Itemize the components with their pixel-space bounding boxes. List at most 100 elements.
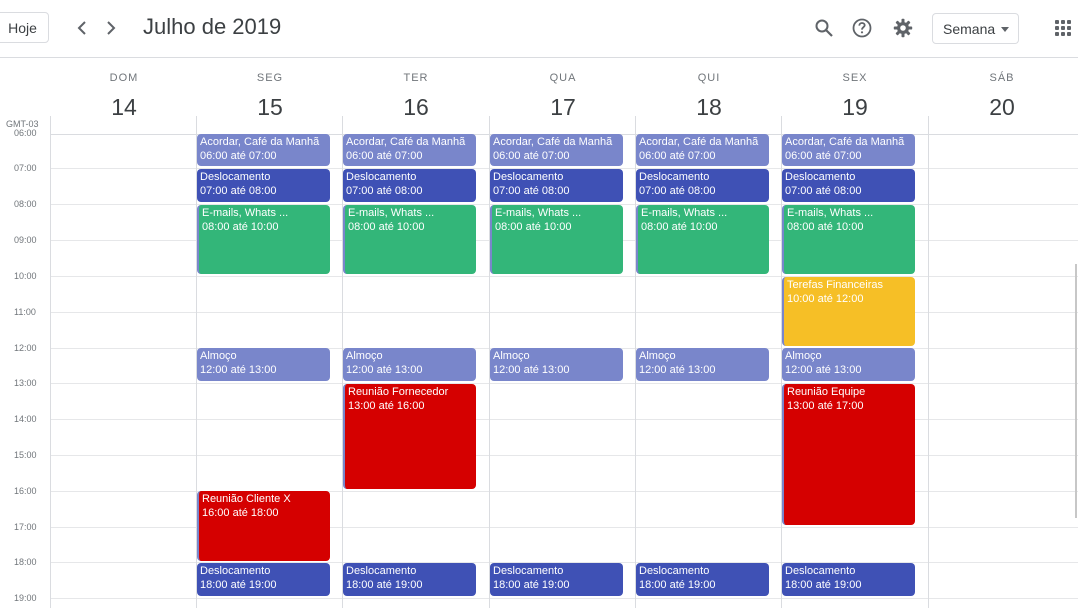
event-card[interactable]: Deslocamento 18:00 até 19:00 bbox=[490, 563, 623, 596]
day-header-seg[interactable]: SEG 15 bbox=[197, 58, 343, 134]
event-card[interactable]: Deslocamento 07:00 até 08:00 bbox=[782, 169, 915, 202]
hour-label: 17:00 bbox=[14, 522, 37, 532]
day-number[interactable]: 17 bbox=[490, 94, 636, 121]
event-time: 07:00 até 08:00 bbox=[346, 185, 423, 197]
help-icon[interactable] bbox=[850, 16, 874, 40]
hour-label: 18:00 bbox=[14, 557, 37, 567]
event-title: Deslocamento bbox=[639, 565, 710, 577]
event-card[interactable]: Almoço 12:00 até 13:00 bbox=[490, 348, 623, 381]
event-card[interactable]: Deslocamento 07:00 até 08:00 bbox=[490, 169, 623, 202]
event-time: 07:00 até 08:00 bbox=[639, 185, 716, 197]
event-card[interactable]: Deslocamento 18:00 até 19:00 bbox=[197, 563, 330, 596]
event-title: Reunião Equipe bbox=[787, 386, 866, 398]
event-title: E-mails, Whats ... bbox=[348, 207, 435, 219]
event-card[interactable]: Acordar, Café da Manhã 06:00 até 07:00 bbox=[197, 134, 330, 166]
event-time: 10:00 até 12:00 bbox=[787, 293, 864, 305]
event-card[interactable]: Acordar, Café da Manhã 06:00 até 07:00 bbox=[636, 134, 769, 166]
event-card[interactable]: E-mails, Whats ... 08:00 até 10:00 bbox=[197, 205, 330, 274]
day-header-sex[interactable]: SEX 19 bbox=[782, 58, 928, 134]
view-select-label: Semana bbox=[943, 20, 996, 37]
chevron-left-icon[interactable] bbox=[70, 16, 94, 40]
day-of-week: TER bbox=[403, 72, 429, 84]
event-time: 18:00 até 19:00 bbox=[785, 579, 862, 591]
top-bar: Hoje Julho de 2019 Semana bbox=[0, 0, 1078, 58]
event-card[interactable]: Reunião Cliente X 16:00 até 18:00 bbox=[197, 491, 330, 561]
event-card[interactable]: E-mails, Whats ... 08:00 até 10:00 bbox=[343, 205, 476, 274]
day-header-ter[interactable]: TER 16 bbox=[343, 58, 489, 134]
hour-label: 14:00 bbox=[14, 414, 37, 424]
event-card[interactable]: E-mails, Whats ... 08:00 até 10:00 bbox=[490, 205, 623, 274]
day-number[interactable]: 19 bbox=[782, 94, 928, 121]
event-card[interactable]: Acordar, Café da Manhã 06:00 até 07:00 bbox=[490, 134, 623, 166]
event-time: 16:00 até 18:00 bbox=[202, 507, 279, 519]
event-title: Almoço bbox=[639, 350, 676, 362]
event-card[interactable]: Deslocamento 18:00 até 19:00 bbox=[636, 563, 769, 596]
event-card[interactable]: Almoço 12:00 até 13:00 bbox=[197, 348, 330, 381]
event-title: Almoço bbox=[346, 350, 383, 362]
event-title: Reunião Fornecedor bbox=[348, 386, 449, 398]
day-header-qui[interactable]: QUI 18 bbox=[636, 58, 782, 134]
event-card[interactable]: Reunião Fornecedor 13:00 até 16:00 bbox=[343, 384, 476, 489]
event-time: 18:00 até 19:00 bbox=[200, 579, 277, 591]
hour-label: 10:00 bbox=[14, 271, 37, 281]
day-header-qua[interactable]: QUA 17 bbox=[490, 58, 636, 134]
day-number[interactable]: 15 bbox=[197, 94, 343, 121]
event-title: Almoço bbox=[200, 350, 237, 362]
event-card[interactable]: Deslocamento 18:00 até 19:00 bbox=[782, 563, 915, 596]
day-number[interactable]: 14 bbox=[51, 94, 197, 121]
event-card[interactable]: Almoço 12:00 até 13:00 bbox=[782, 348, 915, 381]
event-card[interactable]: Deslocamento 18:00 até 19:00 bbox=[343, 563, 476, 596]
event-title: Deslocamento bbox=[639, 171, 710, 183]
event-card[interactable]: E-mails, Whats ... 08:00 até 10:00 bbox=[782, 205, 915, 274]
day-header-sab[interactable]: SÁB 20 bbox=[929, 58, 1075, 134]
event-card[interactable]: Almoço 12:00 até 13:00 bbox=[343, 348, 476, 381]
event-time: 18:00 até 19:00 bbox=[639, 579, 716, 591]
column-divider bbox=[50, 116, 51, 608]
event-time: 06:00 até 07:00 bbox=[493, 150, 570, 162]
week-grid[interactable]: 06:00 07:00 08:00 09:00 10:00 11:00 12:0… bbox=[0, 116, 1078, 608]
hour-label: 16:00 bbox=[14, 486, 37, 496]
event-title: Reunião Cliente X bbox=[202, 493, 291, 505]
chevron-right-icon[interactable] bbox=[99, 16, 123, 40]
hour-label: 13:00 bbox=[14, 378, 37, 388]
day-header-dom[interactable]: DOM 14 bbox=[51, 58, 197, 134]
hour-line bbox=[50, 455, 1078, 456]
column-divider bbox=[928, 116, 929, 608]
event-time: 13:00 até 16:00 bbox=[348, 400, 425, 412]
gear-icon[interactable] bbox=[891, 16, 915, 40]
hour-label: 07:00 bbox=[14, 163, 37, 173]
day-of-week: QUA bbox=[549, 72, 577, 84]
event-card[interactable]: E-mails, Whats ... 08:00 até 10:00 bbox=[636, 205, 769, 274]
event-title: Acordar, Café da Manhã bbox=[493, 136, 613, 148]
today-button[interactable]: Hoje bbox=[0, 12, 49, 43]
event-card[interactable]: Deslocamento 07:00 até 08:00 bbox=[197, 169, 330, 202]
event-time: 06:00 até 07:00 bbox=[785, 150, 862, 162]
day-number[interactable]: 18 bbox=[636, 94, 782, 121]
event-title: E-mails, Whats ... bbox=[787, 207, 874, 219]
view-select[interactable]: Semana bbox=[932, 13, 1019, 44]
day-number[interactable]: 20 bbox=[929, 94, 1075, 121]
scrollbar[interactable] bbox=[1075, 264, 1077, 518]
hour-line bbox=[50, 419, 1078, 420]
hour-label: 12:00 bbox=[14, 343, 37, 353]
event-card[interactable]: Deslocamento 07:00 até 08:00 bbox=[343, 169, 476, 202]
apps-grid-icon[interactable] bbox=[1053, 18, 1073, 38]
event-title: Acordar, Café da Manhã bbox=[200, 136, 320, 148]
event-card[interactable]: Reunião Equipe 13:00 até 17:00 bbox=[782, 384, 915, 525]
event-card[interactable]: Acordar, Café da Manhã 06:00 até 07:00 bbox=[782, 134, 915, 166]
event-time: 18:00 até 19:00 bbox=[493, 579, 570, 591]
event-title: Deslocamento bbox=[785, 171, 856, 183]
search-icon[interactable] bbox=[812, 16, 836, 40]
event-card[interactable]: Acordar, Café da Manhã 06:00 até 07:00 bbox=[343, 134, 476, 166]
event-title: Almoço bbox=[785, 350, 822, 362]
event-title: E-mails, Whats ... bbox=[202, 207, 289, 219]
event-title: Deslocamento bbox=[493, 171, 564, 183]
event-time: 08:00 até 10:00 bbox=[787, 221, 864, 233]
hour-label: 09:00 bbox=[14, 235, 37, 245]
day-number[interactable]: 16 bbox=[343, 94, 489, 121]
event-card[interactable]: Almoço 12:00 até 13:00 bbox=[636, 348, 769, 381]
event-card[interactable]: Terefas Financeiras 10:00 até 12:00 bbox=[782, 277, 915, 346]
event-title: Deslocamento bbox=[785, 565, 856, 577]
event-time: 07:00 até 08:00 bbox=[200, 185, 277, 197]
event-card[interactable]: Deslocamento 07:00 até 08:00 bbox=[636, 169, 769, 202]
